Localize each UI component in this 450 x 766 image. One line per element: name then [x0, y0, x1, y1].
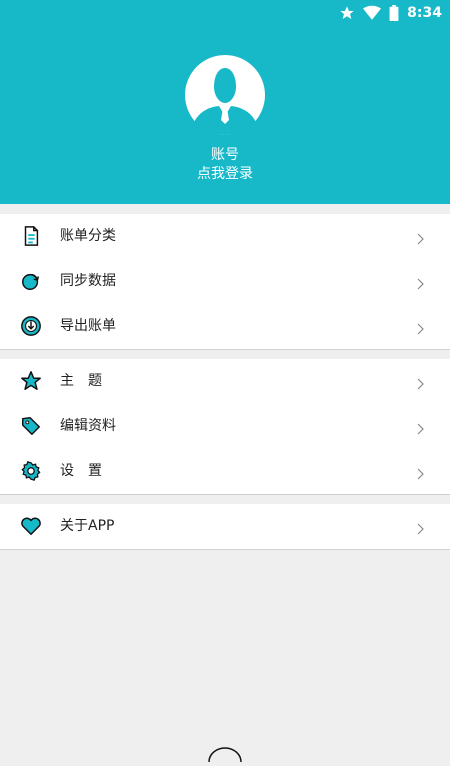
- menu-item-label: 设 置: [60, 463, 102, 479]
- status-time: 8:34: [407, 5, 442, 21]
- menu-item-label: 编辑资料: [60, 418, 116, 434]
- menu-item-settings[interactable]: 设 置: [0, 449, 450, 494]
- menu-group-settings: 主 题 编辑资料 设 置: [0, 359, 450, 495]
- chevron-right-icon: [417, 420, 425, 435]
- gear-icon: [20, 460, 42, 482]
- star-icon: [339, 5, 355, 21]
- user-silhouette-icon: [185, 55, 265, 135]
- account-title: 账号: [211, 147, 239, 163]
- login-prompt[interactable]: 点我登录: [0, 165, 450, 183]
- chevron-right-icon: [417, 520, 425, 535]
- star-icon: [20, 370, 42, 392]
- menu-item-theme[interactable]: 主 题: [0, 359, 450, 404]
- menu-group-data: 账单分类 同步数据 导出账单: [0, 214, 450, 350]
- scroll-indicator: [205, 742, 245, 763]
- menu-item-label: 账单分类: [60, 228, 116, 244]
- chevron-right-icon: [417, 230, 425, 245]
- battery-icon: [389, 5, 399, 21]
- chevron-right-icon: [417, 320, 425, 335]
- menu-group-about: 关于APP: [0, 504, 450, 550]
- menu-item-bill-category[interactable]: 账单分类: [0, 214, 450, 259]
- menu-item-sync[interactable]: 同步数据: [0, 259, 450, 304]
- bill-category-icon: [20, 225, 42, 247]
- wifi-icon: [363, 5, 382, 21]
- menu-item-edit-profile[interactable]: 编辑资料: [0, 404, 450, 449]
- profile-header[interactable]: 8:34 账号 点我登录: [0, 0, 450, 204]
- menu-item-label: 关于APP: [60, 518, 115, 534]
- menu-item-export[interactable]: 导出账单: [0, 304, 450, 349]
- sync-icon: [20, 270, 42, 292]
- chevron-right-icon: [417, 275, 425, 290]
- menu-item-about[interactable]: 关于APP: [0, 504, 450, 549]
- menu-item-label: 同步数据: [60, 273, 116, 289]
- heart-icon: [20, 515, 42, 537]
- chevron-right-icon: [417, 375, 425, 390]
- menu-item-label: 导出账单: [60, 318, 116, 334]
- chevron-right-icon: [417, 465, 425, 480]
- menu-item-label: 主 题: [60, 373, 102, 389]
- tag-icon: [20, 415, 42, 437]
- export-icon: [20, 315, 42, 337]
- status-bar: 8:34: [339, 2, 442, 24]
- avatar[interactable]: [185, 55, 265, 135]
